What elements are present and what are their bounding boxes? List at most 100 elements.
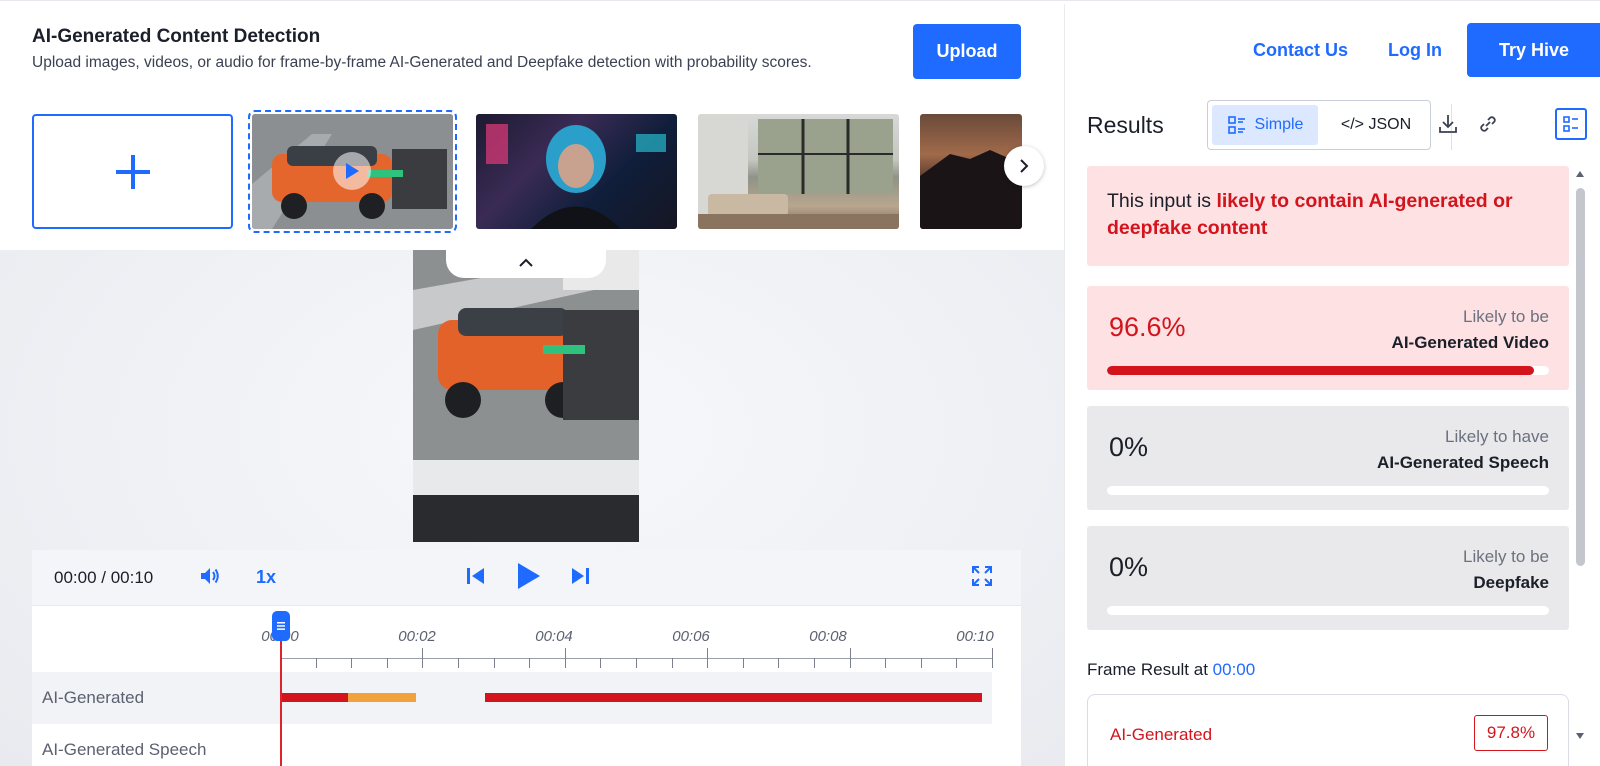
detection-workspace: AI-Generated Content Detection Upload im… [0, 4, 1064, 766]
results-title: Results [1087, 112, 1164, 138]
playhead-handle[interactable] [272, 611, 290, 641]
frame-result-heading: Frame Result at 00:00 [1087, 660, 1255, 680]
score-caption-line2: AI-Generated Speech [1377, 453, 1549, 472]
video-preview[interactable] [413, 250, 639, 542]
score-caption: Likely to have AI-Generated Speech [1377, 424, 1549, 476]
timeline-tick [956, 658, 958, 668]
score-card-deepfake: 0% Likely to be Deepfake [1087, 526, 1569, 630]
list-icon [1227, 116, 1245, 134]
timeline-tick [920, 658, 922, 668]
contact-us-link[interactable]: Contact Us [1253, 40, 1348, 61]
interior-thumb-art [698, 114, 899, 229]
upload-button[interactable]: Upload [913, 24, 1021, 79]
results-panel: Contact Us Log In Try Hive Results Simpl… [1064, 4, 1600, 766]
playhead-line [280, 636, 282, 766]
chevron-up-icon [519, 258, 533, 267]
verdict-banner: This input is likely to contain AI-gener… [1087, 166, 1569, 266]
playback-speed-button[interactable]: 1x [256, 567, 276, 588]
tick-label: 00:04 [535, 628, 573, 645]
detection-segment-medium[interactable] [348, 693, 416, 702]
detection-segment-high[interactable] [280, 693, 348, 702]
score-caption-line2: AI-Generated Video [1391, 333, 1549, 352]
portrait-thumb-art [486, 124, 666, 229]
page-subtitle: Upload images, videos, or audio for fram… [32, 54, 812, 71]
timeline-tick [742, 658, 744, 668]
score-caption-line2: Deepfake [1473, 573, 1549, 592]
results-scrollbar[interactable] [1573, 166, 1587, 766]
detection-segment-high[interactable] [485, 693, 982, 702]
score-bar [1107, 606, 1549, 615]
view-json-tab[interactable]: </> JSON [1326, 105, 1426, 145]
score-bar [1107, 486, 1549, 495]
score-value: 0% [1109, 432, 1149, 462]
timeline-tick [778, 658, 780, 668]
sample-thumb-car-video[interactable] [248, 110, 457, 233]
play-icon[interactable] [333, 152, 371, 190]
score-value: 0% [1109, 552, 1149, 582]
verdict-prefix: This input is [1107, 190, 1217, 212]
scroll-down-icon[interactable] [1575, 732, 1585, 740]
timeline-tick [992, 648, 993, 668]
chevron-right-icon [1020, 159, 1029, 173]
tick-label: 00:06 [672, 628, 710, 645]
timeline-tick [529, 658, 531, 668]
scroll-thumb[interactable] [1576, 188, 1585, 566]
add-media-tile[interactable] [32, 114, 233, 229]
score-caption: Likely to be AI-Generated Video [1392, 304, 1549, 356]
timeline-tick [564, 648, 566, 668]
score-caption-line1: Likely to be [1463, 307, 1549, 326]
timeline-tick [386, 658, 388, 668]
fullscreen-icon[interactable] [970, 564, 994, 593]
play-button[interactable] [512, 560, 544, 597]
score-bar-fill [1107, 366, 1534, 375]
timeline-tick [671, 658, 673, 668]
detection-timeline[interactable]: 00:00 00:02 00:04 00:06 00:08 00:10 AI-G… [32, 606, 1021, 766]
log-in-link[interactable]: Log In [1388, 40, 1442, 61]
timeline-tick [422, 648, 424, 668]
view-simple-label: Simple [1254, 116, 1304, 133]
time-readout: 00:00 / 00:10 [54, 568, 154, 587]
timeline-tick [814, 658, 815, 668]
frame-timestamp[interactable]: 00:00 [1213, 660, 1256, 679]
sample-thumb-portrait[interactable] [476, 114, 677, 229]
frame-score-badge: 97.8% [1474, 715, 1548, 751]
carousel-next-button[interactable] [1004, 146, 1044, 186]
timeline-tick [493, 658, 495, 668]
video-frame-art [413, 250, 639, 542]
page-title: AI-Generated Content Detection [32, 26, 321, 47]
timeline-tick [458, 658, 459, 668]
skip-back-icon[interactable] [464, 564, 488, 593]
score-caption: Likely to be Deepfake [1463, 544, 1549, 596]
skip-forward-icon[interactable] [568, 564, 592, 593]
score-caption-line1: Likely to be [1463, 547, 1549, 566]
tick-label: 00:08 [809, 628, 847, 645]
sample-thumb-interior[interactable] [698, 114, 899, 229]
view-simple-tab[interactable]: Simple [1212, 105, 1318, 145]
timeline-tick [351, 658, 353, 668]
tick-label: 00:10 [956, 628, 994, 645]
score-card-ai-video: 96.6% Likely to be AI-Generated Video [1087, 286, 1569, 390]
frame-result-card: AI-Generated 97.8% [1087, 694, 1569, 766]
timeline-tick [636, 658, 637, 668]
score-card-ai-speech: 0% Likely to have AI-Generated Speech [1087, 406, 1569, 510]
score-caption-line1: Likely to have [1445, 427, 1549, 446]
volume-icon[interactable] [198, 564, 222, 593]
timeline-tick [315, 658, 317, 668]
track-label-ai-generated-speech: AI-Generated Speech [42, 740, 207, 759]
frame-result-prefix: Frame Result at [1087, 660, 1213, 679]
tick-label: 00:02 [398, 628, 436, 645]
try-hive-button[interactable]: Try Hive [1467, 23, 1600, 77]
download-icon[interactable] [1437, 113, 1459, 140]
upload-header: AI-Generated Content Detection Upload im… [0, 4, 1064, 250]
timeline-tick [885, 658, 887, 668]
timeline-tick [600, 658, 602, 668]
link-icon[interactable] [1477, 113, 1499, 140]
collapse-gallery-button[interactable] [446, 248, 606, 278]
plus-icon [115, 154, 150, 189]
scroll-up-icon[interactable] [1575, 170, 1585, 178]
view-mode-switch: Simple </> JSON [1207, 100, 1431, 150]
detailed-view-icon[interactable] [1555, 108, 1587, 140]
video-controls: 00:00 / 00:10 1x [32, 550, 1021, 606]
timeline-tick [707, 648, 709, 668]
score-bar [1107, 366, 1549, 375]
